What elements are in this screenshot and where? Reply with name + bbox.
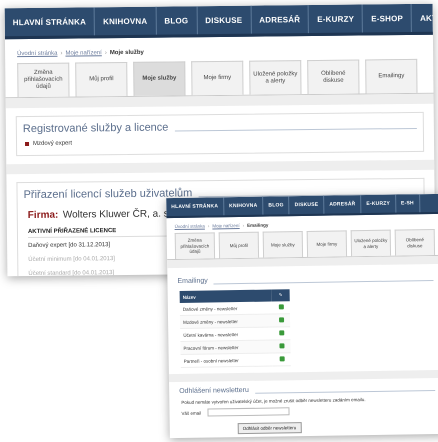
checkbox-checked-icon[interactable] [279, 356, 285, 362]
nav-item[interactable]: E-KURZY [361, 194, 397, 214]
section-band [6, 159, 435, 175]
newsletter-title: Odhlášení newsletteru [179, 386, 249, 396]
tab-my-services[interactable]: Moje služby [262, 231, 304, 258]
tab-my-companies[interactable]: Moje firmy [306, 230, 348, 257]
screenshot-emailing: HLAVNÍ STRÁNKA KNIHOVNA BLOG DISKUSE ADR… [166, 193, 438, 439]
col-subscribe: ✎ [271, 289, 290, 302]
checkbox-checked-icon[interactable] [278, 343, 285, 349]
nav-item[interactable]: KNIHOVNA [224, 196, 264, 216]
tab-emailing[interactable]: Emailingy [365, 58, 418, 94]
profile-tabs: Změna přihlašovacích údajů Můj profil Mo… [5, 58, 434, 99]
tab-saved-items[interactable]: Uložené položky a alerty [249, 60, 302, 95]
checkbox-checked-icon[interactable] [278, 304, 284, 310]
breadcrumb-home[interactable]: Úvodní stránka [175, 224, 205, 229]
emailing-panel: Emailingy Název ✎ Daňové změny - newslet… [173, 270, 438, 368]
email-field[interactable] [207, 407, 290, 417]
unsubscribe-button[interactable]: Odhlásit odběr newsletteru [237, 422, 302, 435]
breadcrumb-section[interactable]: Moje nařízení [212, 223, 239, 228]
tab-my-companies[interactable]: Moje firmy [191, 60, 244, 96]
firm-name: Wolters Kluwer ČR, a. s. [62, 208, 172, 221]
nav-item[interactable]: E-KURZY [309, 4, 364, 34]
tab-saved-items[interactable]: Uložené položky a alerty [350, 229, 392, 257]
firm-label: Firma: [27, 209, 59, 222]
nav-item[interactable]: ADRESÁŘ [324, 195, 362, 214]
nav-item[interactable]: HLAVNÍ STRÁNKA [166, 197, 225, 217]
nav-item[interactable]: BLOG [156, 6, 198, 35]
breadcrumb-home[interactable]: Úvodní stránka [17, 51, 57, 57]
tab-change-login[interactable]: Změna přihlašovacích údajů [174, 232, 216, 260]
newsletter-panel: Odhlášení newsletteru Pokud nemáte vytvo… [175, 380, 438, 436]
profile-tabs: Změna přihlašovacích údajů Můj profil Mo… [166, 228, 438, 261]
nav-item[interactable]: AKTUÁLNÍ AKCE [411, 3, 436, 32]
service-item: Mzdový expert [17, 133, 423, 155]
table-row: Partneři - osobní newsletter [180, 352, 291, 368]
nav-item[interactable]: DISKUSE [197, 5, 252, 35]
edit-icon: ✎ [278, 292, 283, 298]
nav-item[interactable]: DISKUSE [289, 195, 325, 215]
nav-item[interactable]: KNIHOVNA [94, 6, 157, 36]
tab-my-profile[interactable]: Můj profil [218, 231, 260, 259]
nav-item[interactable]: E-SHOP [363, 3, 413, 33]
services-panel: Registrované služby a licence Mzdový exp… [15, 111, 425, 157]
checkbox-checked-icon[interactable] [278, 317, 284, 323]
breadcrumb-section[interactable]: Moje nařízení [65, 50, 101, 56]
bullet-icon [25, 142, 30, 147]
services-title: Registrované služby a licence [22, 121, 169, 136]
breadcrumb-current: Moje služby [109, 49, 144, 57]
nav-item[interactable]: BLOG [263, 196, 290, 215]
main-nav: HLAVNÍ STRÁNKA KNIHOVNA BLOG DISKUSE ADR… [4, 3, 436, 40]
nav-item[interactable]: ADRESÁŘ [251, 5, 310, 34]
tab-favorite-discussions[interactable]: Oblíbené diskuse [394, 228, 436, 256]
tab-my-profile[interactable]: Můj profil [75, 61, 128, 97]
emailing-title: Emailingy [177, 277, 208, 286]
tab-change-login[interactable]: Změna přihlašovacích údajů [17, 62, 70, 98]
checkbox-checked-icon[interactable] [278, 330, 284, 336]
nav-item[interactable]: HLAVNÍ STRÁNKA [4, 7, 96, 37]
email-label: Váš email [181, 410, 202, 416]
tab-favorite-discussions[interactable]: Oblíbené diskuse [307, 59, 360, 95]
emailing-table: Název ✎ Daňové změny - newsletter Mzdové… [179, 289, 291, 368]
nav-item[interactable]: E-SH [395, 194, 420, 213]
service-label: Mzdový expert [32, 140, 73, 147]
breadcrumb-current: Emailingy [247, 222, 269, 228]
emailing-name: Partneři - osobní newsletter [180, 353, 273, 368]
tab-my-services[interactable]: Moje služby [133, 61, 186, 96]
